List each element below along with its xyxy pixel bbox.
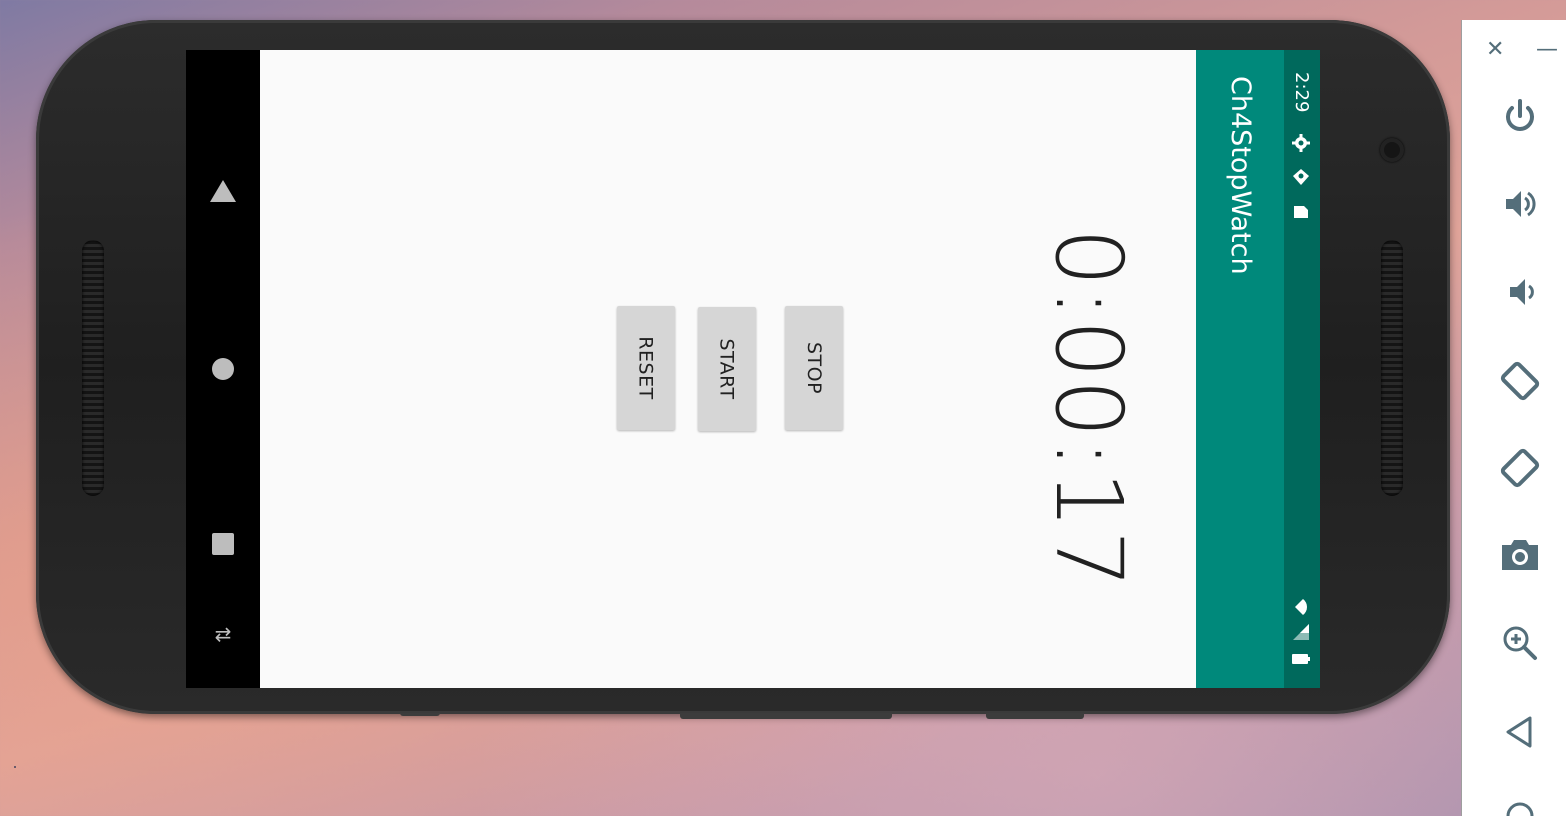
camera-icon[interactable] <box>1492 527 1548 583</box>
rotate-right-icon[interactable] <box>1492 440 1548 496</box>
home-icon[interactable] <box>1492 790 1548 816</box>
app-title: Ch4StopWatch <box>1225 76 1256 275</box>
minimize-icon[interactable]: — <box>1536 36 1558 64</box>
status-time: 2:29 <box>1291 72 1312 113</box>
reset-button[interactable]: RESET <box>617 306 675 430</box>
phone-speaker-left <box>82 240 104 496</box>
shield-icon <box>1291 167 1311 187</box>
phone-power-button <box>986 713 1084 719</box>
wifi-icon <box>1291 597 1311 617</box>
rotate-left-icon[interactable] <box>1492 353 1548 409</box>
navigation-bar: ⇄ <box>186 50 260 688</box>
signal-icon <box>1291 622 1311 642</box>
front-camera <box>1380 138 1404 162</box>
back-icon[interactable] <box>1492 704 1548 760</box>
close-icon[interactable]: ✕ <box>1486 36 1504 64</box>
timer-display: 0:00:17 <box>1035 228 1142 590</box>
start-button[interactable]: START <box>698 307 756 431</box>
phone-volume-button <box>680 713 892 719</box>
reset-button-label: RESET <box>635 336 658 400</box>
start-button-label: START <box>716 338 738 400</box>
volume-up-icon[interactable] <box>1492 176 1548 232</box>
stop-button-label: STOP <box>803 341 825 395</box>
sd-card-icon <box>1291 202 1311 222</box>
battery-icon <box>1291 649 1311 669</box>
volume-down-icon[interactable] <box>1492 264 1548 320</box>
back-icon[interactable] <box>210 180 236 202</box>
recents-icon[interactable] <box>212 533 234 555</box>
home-icon[interactable] <box>212 358 234 380</box>
desktop-speck <box>14 766 16 768</box>
settings-icon <box>1291 133 1311 153</box>
zoom-icon[interactable] <box>1492 615 1548 671</box>
phone-speaker-right <box>1381 240 1403 496</box>
rotate-icon[interactable]: ⇄ <box>209 624 237 644</box>
stop-button[interactable]: STOP <box>785 306 843 430</box>
phone-side-notch <box>400 713 440 716</box>
power-icon[interactable] <box>1492 88 1548 144</box>
